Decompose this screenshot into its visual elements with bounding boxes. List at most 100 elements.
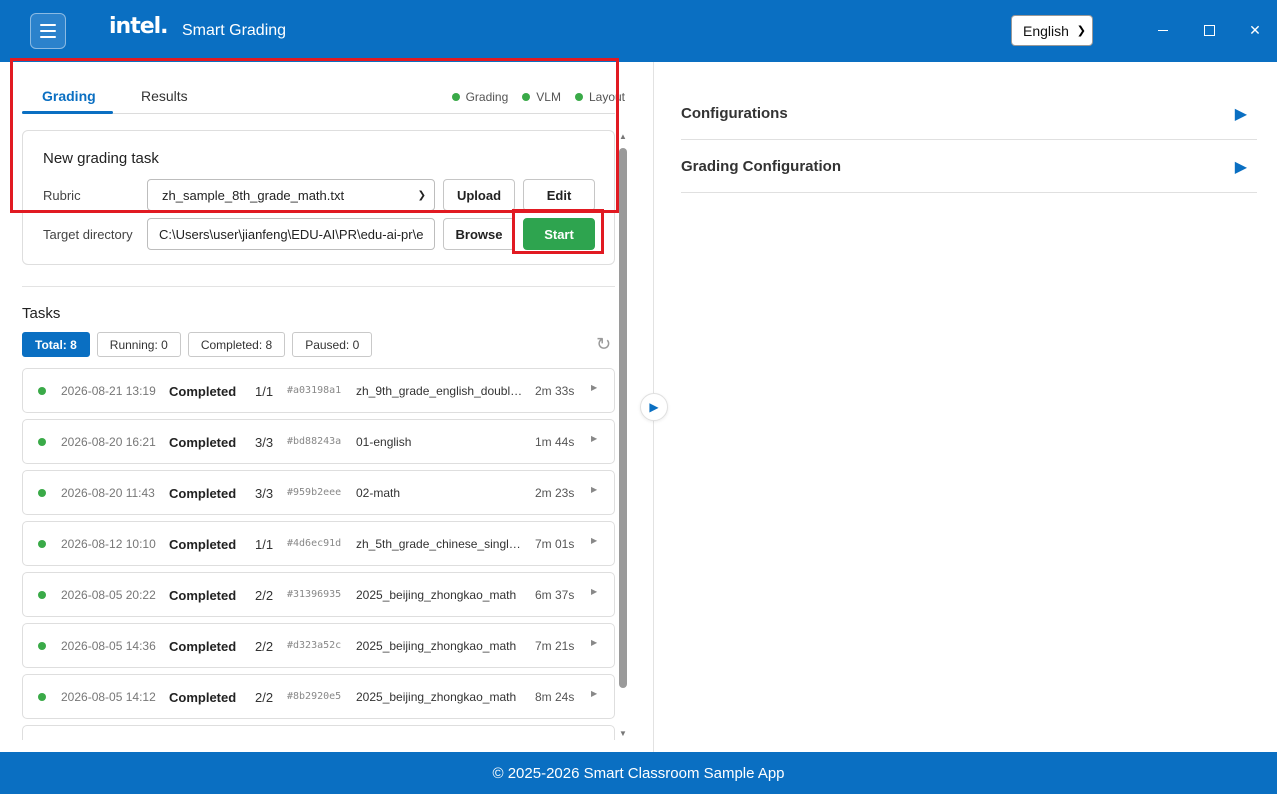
task-row[interactable]: 2026-08-21 13:19 Completed 1/1 #a03198a1… — [22, 368, 615, 413]
scroll-up-icon[interactable]: ▲ — [619, 132, 627, 141]
grading-configuration-section[interactable]: Grading Configuration ▶ — [681, 140, 1257, 193]
grading-scroll-area: New grading task Rubric zh_sample_8th_gr… — [0, 130, 654, 740]
task-date: 2026-08-21 13:19 — [61, 384, 156, 398]
close-icon[interactable]: ✕ — [1245, 20, 1265, 40]
task-count: 2/2 — [255, 588, 274, 603]
task-count: 2/2 — [255, 690, 274, 705]
status-dot-icon — [38, 438, 46, 446]
section-divider — [22, 286, 615, 287]
task-status: Completed — [169, 537, 237, 552]
service-status: Grading VLM Layout — [451, 90, 625, 104]
filter-completed[interactable]: Completed: 8 — [187, 332, 286, 357]
expand-arrow-icon[interactable]: ▶ — [591, 587, 597, 596]
language-value: English — [1023, 22, 1069, 39]
status-layout: Layout — [574, 90, 625, 104]
task-date: 2026-08-05 20:22 — [61, 588, 156, 602]
configurations-section[interactable]: Configurations ▶ — [681, 87, 1257, 140]
app-header: intel. Smart Grading English ❯ ✕ — [0, 0, 1277, 62]
filter-running[interactable]: Running: 0 — [96, 332, 181, 357]
status-dot-icon — [38, 591, 46, 599]
task-duration: 2m 33s — [535, 384, 575, 398]
expand-arrow-icon[interactable]: ▶ — [591, 485, 597, 494]
app-footer: © 2025-2026 Smart Classroom Sample App — [0, 752, 1277, 794]
task-status: Completed — [169, 690, 237, 705]
task-duration: 2m 23s — [535, 486, 575, 500]
minimize-icon[interactable] — [1153, 20, 1173, 40]
status-dot-icon — [38, 387, 46, 395]
upload-button[interactable]: Upload — [443, 179, 515, 211]
scrollbar[interactable]: ▲ ▼ — [617, 132, 629, 738]
task-date: 2026-08-20 16:21 — [61, 435, 156, 449]
task-status: Completed — [169, 384, 237, 399]
task-hash: #959b2eee — [287, 487, 342, 498]
task-count: 1/1 — [255, 384, 274, 399]
panel-toggle-icon[interactable]: ▶ — [640, 393, 668, 421]
task-row[interactable]: 2026-08-05 20:22 Completed 2/2 #31396935… — [22, 572, 615, 617]
task-row[interactable]: 2026-08-20 16:21 Completed 3/3 #bd88243a… — [22, 419, 615, 464]
task-count: 3/3 — [255, 435, 274, 450]
task-hash: #d323a52c — [287, 640, 342, 651]
task-row[interactable] — [22, 725, 615, 740]
hamburger-menu-icon[interactable] — [30, 13, 66, 49]
status-dot-icon — [38, 693, 46, 701]
tab-results[interactable]: Results — [141, 88, 188, 104]
expand-arrow-icon[interactable]: ▶ — [591, 536, 597, 545]
task-date: 2026-08-05 14:36 — [61, 639, 156, 653]
task-date: 2026-08-20 11:43 — [61, 486, 155, 500]
scroll-down-icon[interactable]: ▼ — [619, 729, 627, 738]
expand-arrow-icon[interactable]: ▶ — [591, 638, 597, 647]
maximize-icon[interactable] — [1199, 20, 1219, 40]
browse-button[interactable]: Browse — [443, 218, 515, 250]
target-directory-input[interactable]: C:\Users\user\jianfeng\EDU-AI\PR\edu-ai-… — [147, 218, 435, 250]
expand-arrow-icon[interactable]: ▶ — [1235, 157, 1247, 177]
task-row[interactable]: 2026-08-05 14:36 Completed 2/2 #d323a52c… — [22, 623, 615, 668]
task-date: 2026-08-12 10:10 — [61, 537, 156, 551]
task-list: 2026-08-21 13:19 Completed 1/1 #a03198a1… — [22, 368, 615, 740]
rubric-label: Rubric — [43, 188, 81, 203]
task-filters: Total: 8 Running: 0 Completed: 8 Paused:… — [22, 332, 373, 357]
task-status: Completed — [169, 486, 237, 501]
grading-configuration-title: Grading Configuration — [681, 158, 841, 175]
task-duration: 7m 21s — [535, 639, 575, 653]
rubric-select[interactable]: zh_sample_8th_grade_math.txt ❯ — [147, 179, 435, 211]
task-count: 2/2 — [255, 639, 274, 654]
config-panel: Configurations ▶ Grading Configuration ▶ — [681, 87, 1257, 193]
task-status: Completed — [169, 588, 237, 603]
status-vlm: VLM — [522, 90, 561, 104]
new-task-title: New grading task — [43, 150, 159, 167]
task-duration: 7m 01s — [535, 537, 575, 551]
task-count: 1/1 — [255, 537, 274, 552]
task-date: 2026-08-05 14:12 — [61, 690, 156, 704]
task-row[interactable]: 2026-08-05 14:12 Completed 2/2 #8b2920e5… — [22, 674, 615, 719]
task-count: 3/3 — [255, 486, 274, 501]
expand-arrow-icon[interactable]: ▶ — [591, 689, 597, 698]
task-duration: 1m 44s — [535, 435, 575, 449]
status-dot-icon — [38, 642, 46, 650]
task-name: 02-math — [356, 486, 401, 500]
scrollbar-thumb[interactable] — [619, 148, 627, 688]
expand-arrow-icon[interactable]: ▶ — [591, 383, 597, 392]
filter-paused[interactable]: Paused: 0 — [292, 332, 373, 357]
tab-grading[interactable]: Grading — [42, 88, 96, 104]
task-row[interactable]: 2026-08-20 11:43 Completed 3/3 #959b2eee… — [22, 470, 615, 515]
refresh-icon[interactable]: ↻ — [596, 334, 611, 355]
task-duration: 8m 24s — [535, 690, 575, 704]
filter-total[interactable]: Total: 8 — [22, 332, 90, 357]
task-row[interactable]: 2026-08-12 10:10 Completed 1/1 #4d6ec91d… — [22, 521, 615, 566]
task-hash: #4d6ec91d — [287, 538, 342, 549]
task-status: Completed — [169, 639, 237, 654]
edit-button[interactable]: Edit — [523, 179, 595, 211]
expand-arrow-icon[interactable]: ▶ — [591, 434, 597, 443]
configurations-title: Configurations — [681, 105, 788, 122]
language-select[interactable]: English ❯ — [1011, 15, 1093, 46]
task-hash: #31396935 — [287, 589, 342, 600]
intel-logo: intel. — [109, 14, 169, 39]
target-directory-label: Target directory — [43, 227, 133, 242]
chevron-down-icon: ❯ — [417, 189, 426, 201]
task-name: zh_9th_grade_english_double... — [356, 384, 526, 398]
expand-arrow-icon[interactable]: ▶ — [1235, 104, 1247, 124]
app-title: Smart Grading — [182, 22, 287, 39]
status-dot-icon — [451, 93, 460, 101]
start-button[interactable]: Start — [523, 218, 595, 250]
chevron-down-icon: ❯ — [1076, 25, 1086, 37]
